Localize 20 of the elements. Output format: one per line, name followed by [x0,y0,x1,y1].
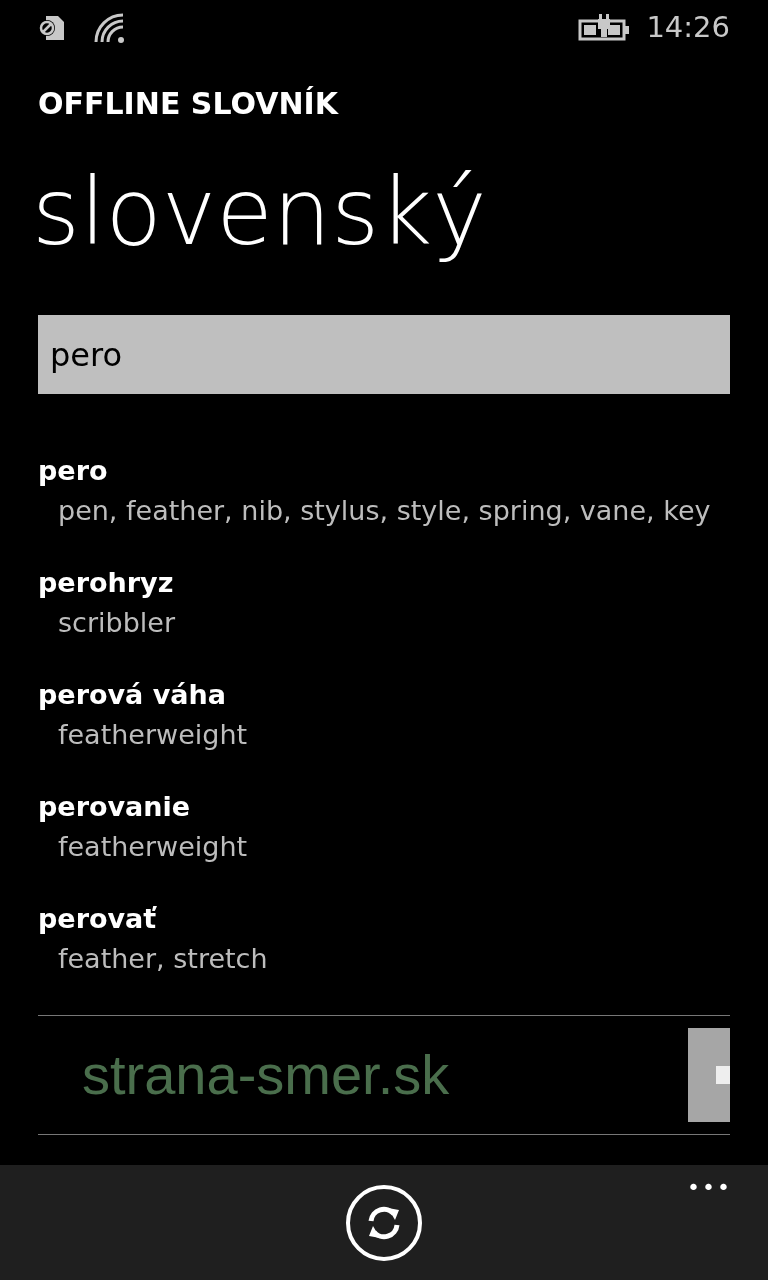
result-translation: scribbler [58,606,175,639]
result-translation: feather, stretch [58,942,268,975]
battery-charging-icon [578,13,631,43]
result-translation: pen, feather, nib, stylus, style, spring, vane, key [58,494,711,527]
result-word[interactable]: perovanie [38,791,191,824]
app-title: OFFLINE SLOVNÍK [38,86,338,122]
ad-banner[interactable]: strana-smer.sk [38,1015,730,1136]
page-title: slovenský [32,162,487,264]
result-word[interactable]: perová váha [38,679,226,712]
result-word[interactable]: perovať [38,903,157,936]
result-translation: featherweight [58,830,248,863]
result-word[interactable]: pero [38,455,108,488]
more-button[interactable]: ••• [687,1171,732,1204]
wifi-icon [94,13,126,43]
refresh-button[interactable] [346,1185,422,1261]
clock-time: 14:26 [646,9,730,47]
ad-text: strana-smer.sk [82,1042,450,1109]
result-translation: featherweight [58,718,248,751]
search-field[interactable]: pero [38,315,730,395]
result-word[interactable]: perohryz [38,567,174,600]
